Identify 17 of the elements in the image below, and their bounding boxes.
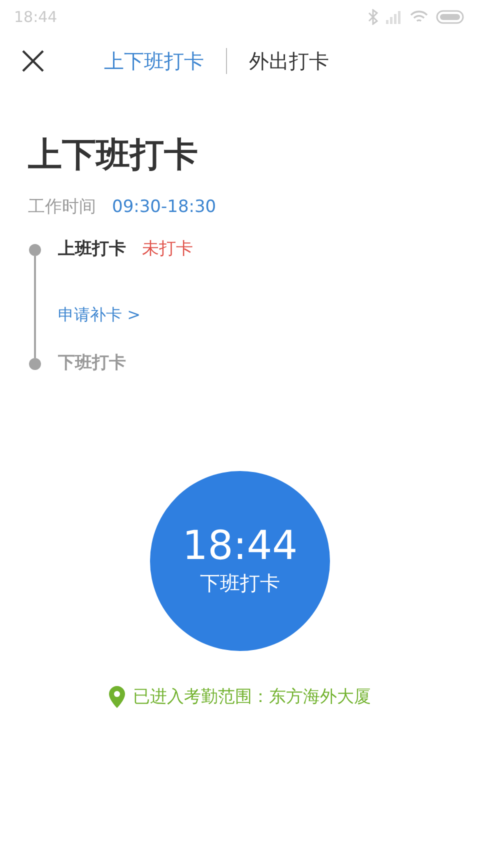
record-label: 上班打卡 [58,238,126,261]
signal-icon [386,10,402,24]
wifi-icon [410,10,428,24]
tab[interactable]: 外出打卡 [235,46,343,76]
work-hours-label: 工作时间 [28,196,96,219]
tab[interactable]: 上下班打卡 [90,46,218,76]
close-icon[interactable] [22,50,44,72]
battery-icon [436,10,466,24]
bluetooth-icon [368,9,378,25]
work-hours-value: 09:30-18:30 [112,196,216,219]
location-pin-icon [109,686,125,708]
punch-button[interactable]: 18:44 下班打卡 [150,470,330,650]
page-title: 上下班打卡 [28,134,199,177]
record-status: 未打卡 [142,238,193,261]
location-text: 已进入考勤范围：东方海外大厦 [133,686,371,708]
reissue-link[interactable]: 申请补卡 > [58,302,140,326]
record-label: 下班打卡 [58,352,126,375]
